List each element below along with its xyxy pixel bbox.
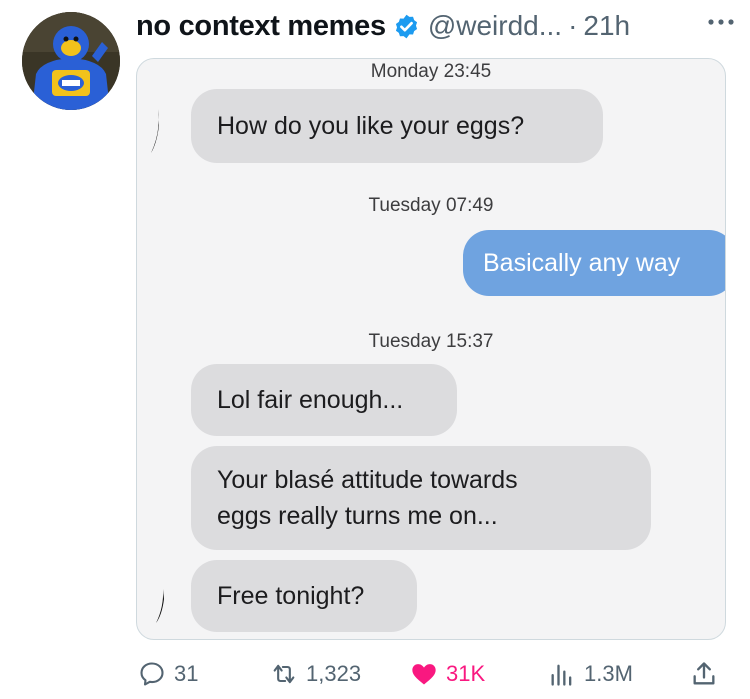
more-icon[interactable]: [706, 12, 736, 32]
message-text: How do you like your eggs?: [217, 112, 525, 140]
message-text-line: Your blasé attitude towards: [217, 466, 518, 494]
repost-count: 1,323: [306, 661, 362, 686]
message-text: Basically any way: [483, 249, 681, 277]
heart-icon: [412, 664, 436, 685]
separator-dot: ·: [568, 10, 578, 41]
repost-icon: [273, 664, 295, 684]
repost-button[interactable]: 1,323: [270, 652, 361, 696]
message-text-line: eggs really turns me on...: [217, 502, 498, 530]
message-text: Lol fair enough...: [217, 386, 404, 414]
like-count: 31K: [446, 661, 486, 686]
post-image[interactable]: Monday 23:45 How do you like your eggs? …: [136, 58, 726, 640]
avatar[interactable]: [22, 12, 120, 110]
timestamp: Monday 23:45: [370, 61, 492, 82]
views-icon: [551, 664, 572, 686]
share-button[interactable]: [690, 652, 726, 696]
avatar-image: [22, 12, 120, 110]
display-name[interactable]: no context memes: [136, 10, 386, 43]
message-outgoing: Basically any way: [463, 230, 725, 296]
message-incoming: How do you like your eggs?: [191, 89, 603, 163]
views-button[interactable]: 1.3M: [548, 652, 633, 696]
message-text: Free tonight?: [217, 582, 365, 610]
message-incoming: Lol fair enough...: [191, 364, 457, 436]
timestamp: Tuesday 07:49: [368, 195, 494, 216]
post-header: no context memes @weirdd... · 21h: [136, 6, 736, 46]
handle[interactable]: @weirdd...: [428, 10, 562, 42]
reply-button[interactable]: 31: [138, 652, 198, 696]
like-button[interactable]: 31K: [410, 652, 485, 696]
message-incoming: Free tonight?: [191, 560, 417, 632]
verified-badge-icon: [395, 14, 417, 38]
post-time[interactable]: 21h: [583, 10, 630, 42]
timestamp: Tuesday 15:37: [368, 331, 494, 352]
bubble-tail-mark: [156, 589, 164, 623]
message-incoming: Your blasé attitude towards eggs really …: [191, 446, 651, 550]
reply-count: 31: [174, 661, 199, 686]
share-icon: [693, 662, 715, 685]
action-bar: 31 1,323 31K 1.3M: [136, 652, 730, 696]
reply-icon: [140, 662, 164, 686]
bubble-tail-mark: [151, 109, 159, 153]
view-count: 1.3M: [584, 661, 633, 686]
